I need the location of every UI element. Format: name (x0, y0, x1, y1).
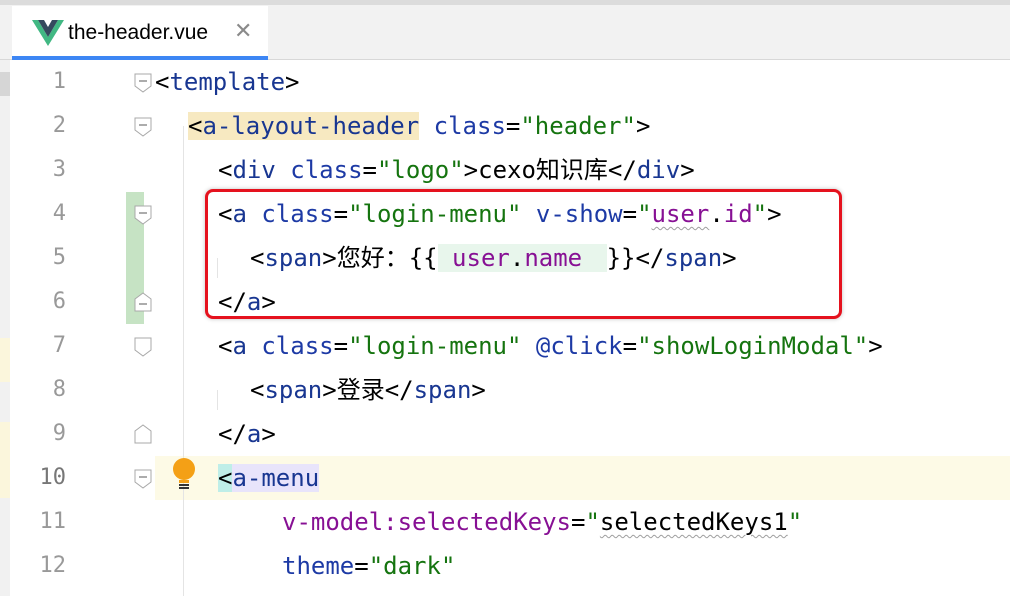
scroll-marker (0, 422, 10, 498)
vue-logo-icon (32, 20, 64, 46)
fold-open-icon[interactable] (134, 73, 152, 93)
code-line-8: <span>登录</span> (250, 368, 486, 412)
token: = (362, 156, 377, 184)
token: = (354, 552, 369, 580)
tag-name: div (232, 156, 276, 184)
scroll-marker (0, 338, 10, 382)
directive-name: v-model:selectedKeys (282, 508, 571, 536)
line-number-current: 10 (39, 465, 67, 490)
attribute-value: "showLoginModal" (637, 332, 869, 360)
fold-open-icon[interactable] (134, 469, 152, 489)
caret-bracket-highlight: < (218, 464, 233, 492)
close-tab-icon[interactable]: ✕ (234, 19, 252, 44)
token: < (218, 332, 233, 360)
line-number: 12 (39, 553, 67, 578)
code-line-7: <a class="login-menu" @click="showLoginM… (218, 324, 883, 368)
token: = (622, 332, 638, 360)
tag-name: span (413, 376, 472, 404)
token: </ (384, 376, 414, 404)
fold-close-icon[interactable] (134, 424, 152, 444)
tab-bar-top-strip (0, 0, 1010, 5)
token: = (570, 508, 586, 536)
token: </ (218, 420, 247, 448)
expression-value: selectedKeys1 (599, 508, 788, 536)
token: > (261, 420, 276, 448)
attribute-value: "header" (520, 112, 636, 140)
token: < (188, 112, 203, 140)
line-number: 9 (52, 421, 66, 446)
tag-name: a-menu (232, 464, 320, 492)
event-name: @click (535, 332, 623, 360)
token: < (155, 68, 170, 96)
line-number: 7 (52, 333, 66, 358)
token: = (505, 112, 521, 140)
tab-file-name: the-header.vue (68, 21, 209, 44)
token: > (463, 156, 479, 184)
editor-gutter: 1 2 3 4 5 6 7 8 9 10 11 12 (10, 60, 134, 596)
attribute-name: class (433, 112, 506, 140)
tag-name: div (636, 156, 681, 184)
token: > (322, 376, 337, 404)
code-editor[interactable]: <template> <a-layout-header class="heade… (155, 60, 1010, 596)
matched-tag-highlight: <a-layout-header (188, 112, 420, 140)
tag-name: a (246, 420, 262, 448)
line-number: 1 (52, 69, 66, 94)
token: " (787, 508, 803, 536)
line-number: 6 (52, 289, 66, 314)
attribute-value: "logo" (376, 156, 464, 184)
attribute-value: "login-menu" (348, 332, 522, 360)
token: > (471, 376, 486, 404)
line-number: 8 (52, 377, 66, 402)
token: > (868, 332, 883, 360)
code-line-12: theme="dark" (282, 544, 455, 588)
attribute-name: class (290, 156, 363, 184)
indent-guide (183, 126, 184, 596)
tag-name: template (169, 68, 286, 96)
line-number: 11 (39, 509, 67, 534)
scroll-marker (0, 72, 10, 96)
line-number: 3 (52, 157, 66, 182)
code-line-3: <div class="logo">cexo知识库</div> (218, 148, 695, 192)
attribute-name: class (261, 332, 334, 360)
attribute-name: theme (282, 552, 355, 580)
line-number: 5 (52, 245, 66, 270)
tag-name: span (264, 376, 323, 404)
indent-guide (217, 390, 218, 410)
line-number: 2 (52, 113, 66, 138)
fold-open-icon[interactable] (134, 117, 152, 137)
token: < (218, 156, 233, 184)
tab-the-header-vue[interactable]: the-header.vue ✕ (12, 6, 268, 60)
editor-tab-bar: the-header.vue ✕ (0, 0, 1010, 60)
tag-name: a (232, 332, 247, 360)
token: " (585, 508, 600, 536)
token: > (680, 156, 695, 184)
token: </ (607, 156, 637, 184)
line-number: 4 (52, 201, 66, 226)
token: > (635, 112, 651, 140)
fold-open-icon[interactable] (134, 205, 152, 225)
code-line-1: <template> (155, 60, 300, 104)
token: = (333, 332, 349, 360)
token: < (250, 376, 265, 404)
fold-close-icon[interactable] (134, 292, 152, 312)
highlight-annotation-box (205, 189, 842, 319)
code-line-2: <a-layout-header class="header"> (188, 104, 650, 148)
intention-bulb-icon[interactable] (171, 457, 197, 491)
code-line-11: v-model:selectedKeys="selectedKeys1" (282, 500, 802, 544)
code-line-9: </a> (218, 412, 276, 456)
text-content: 登录 (336, 376, 385, 404)
code-line-10: <a-menu (218, 456, 320, 500)
text-content: cexo知识库 (478, 156, 608, 184)
tag-name: a-layout-header (202, 112, 420, 140)
token: > (285, 68, 300, 96)
attribute-value: "dark" (368, 552, 456, 580)
fold-open-icon[interactable] (134, 337, 152, 357)
